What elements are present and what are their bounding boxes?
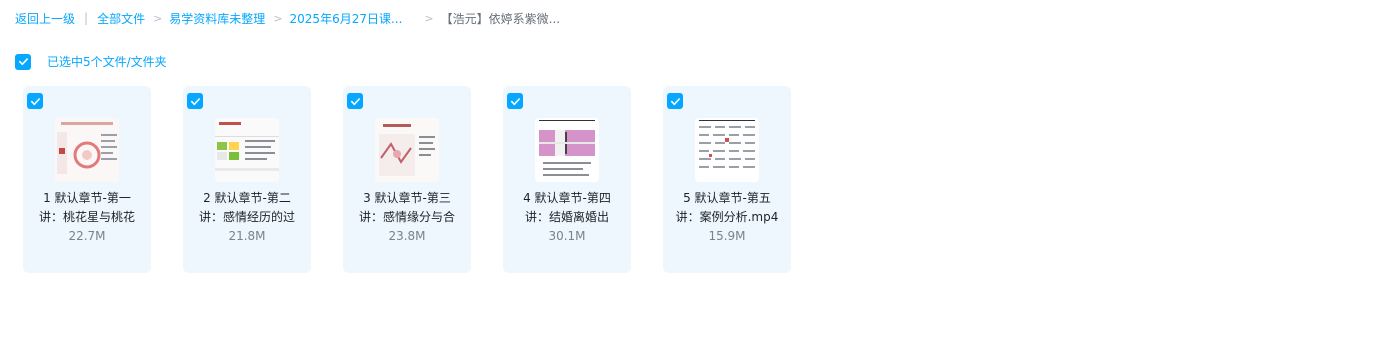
checkmark-icon xyxy=(350,97,360,105)
selection-bar: 已选中5个文件/文件夹 xyxy=(15,53,167,70)
video-thumbnail xyxy=(215,118,279,182)
file-checkbox[interactable] xyxy=(187,93,203,109)
file-checkbox[interactable] xyxy=(347,93,363,109)
back-link[interactable]: 返回上一级 xyxy=(15,10,75,27)
file-card[interactable]: 5 默认章节-第五讲：案例分析.mp4 15.9M xyxy=(663,86,791,273)
file-name[interactable]: 2 默认章节-第二讲：感情经历的过 xyxy=(193,189,301,227)
chevron-right-icon: > xyxy=(424,11,434,25)
file-name[interactable]: 1 默认章节-第一讲：桃花星与桃花 xyxy=(33,189,141,227)
file-card[interactable]: 4 默认章节-第四讲：结婚离婚出 30.1M xyxy=(503,86,631,273)
video-thumbnail xyxy=(535,118,599,182)
checkmark-icon xyxy=(510,97,520,105)
file-checkbox[interactable] xyxy=(27,93,43,109)
file-checkbox[interactable] xyxy=(667,93,683,109)
file-name[interactable]: 5 默认章节-第五讲：案例分析.mp4 xyxy=(673,189,781,227)
chevron-right-icon: > xyxy=(273,11,283,25)
file-card[interactable]: 2 默认章节-第二讲：感情经历的过 21.8M xyxy=(183,86,311,273)
file-size: 30.1M xyxy=(548,229,586,243)
file-name[interactable]: 3 默认章节-第三讲：感情缘分与合 xyxy=(353,189,461,227)
file-card[interactable]: 1 默认章节-第一讲：桃花星与桃花 22.7M xyxy=(23,86,151,273)
file-checkbox[interactable] xyxy=(507,93,523,109)
checkmark-icon xyxy=(190,97,200,105)
select-all-checkbox[interactable] xyxy=(15,53,31,70)
checkmark-icon xyxy=(670,97,680,105)
selection-count-label: 已选中5个文件/文件夹 xyxy=(47,55,167,69)
checkmark-icon xyxy=(18,58,28,66)
checkmark-icon xyxy=(30,97,40,105)
file-size: 22.7M xyxy=(68,229,106,243)
breadcrumb-item-folder[interactable]: 易学资料库未整理 xyxy=(169,10,265,27)
breadcrumb-item-all-files[interactable]: 全部文件 xyxy=(97,10,145,27)
file-grid: 1 默认章节-第一讲：桃花星与桃花 22.7M 2 默认章节-第二讲：感情经历的… xyxy=(23,86,823,273)
file-size: 15.9M xyxy=(708,229,746,243)
video-thumbnail xyxy=(695,118,759,182)
breadcrumb-divider: | xyxy=(84,11,89,25)
chevron-right-icon: > xyxy=(153,11,163,25)
file-card[interactable]: 3 默认章节-第三讲：感情缘分与合 23.8M xyxy=(343,86,471,273)
breadcrumb-current: 【浩元】依婷系紫微... xyxy=(440,11,561,26)
video-thumbnail xyxy=(375,118,439,182)
video-thumbnail xyxy=(55,118,119,182)
file-size: 23.8M xyxy=(388,229,426,243)
breadcrumb: 返回上一级 | 全部文件 > 易学资料库未整理 > 2025年6月27日课...… xyxy=(15,10,560,26)
breadcrumb-item-course[interactable]: 2025年6月27日课... xyxy=(290,10,403,27)
file-name[interactable]: 4 默认章节-第四讲：结婚离婚出 xyxy=(513,189,621,227)
file-size: 21.8M xyxy=(228,229,266,243)
